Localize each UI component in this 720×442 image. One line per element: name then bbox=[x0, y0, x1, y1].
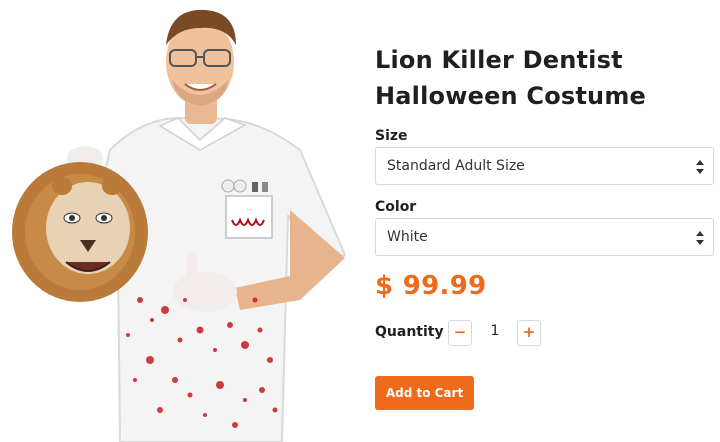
add-to-cart-button[interactable]: Add to Cart bbox=[375, 376, 474, 410]
select-arrows-icon bbox=[696, 231, 704, 245]
color-select-value: White bbox=[387, 229, 428, 245]
product-title: Lion Killer Dentist Halloween Costume bbox=[375, 46, 647, 110]
product-image[interactable]: ... bbox=[0, 0, 360, 442]
color-select[interactable]: White bbox=[375, 218, 714, 256]
size-select-value: Standard Adult Size bbox=[387, 158, 525, 174]
quantity-decrement-button[interactable]: − bbox=[448, 320, 472, 346]
color-label: Color bbox=[375, 199, 417, 215]
product-price: $ 99.99 bbox=[375, 271, 487, 301]
quantity-increment-button[interactable]: + bbox=[517, 320, 541, 346]
quantity-label: Quantity bbox=[375, 324, 444, 340]
select-arrows-icon bbox=[696, 160, 704, 174]
size-select[interactable]: Standard Adult Size bbox=[375, 147, 714, 185]
quantity-value[interactable]: 1 bbox=[483, 323, 507, 339]
size-label: Size bbox=[375, 128, 408, 144]
svg-text:...: ... bbox=[247, 206, 252, 212]
